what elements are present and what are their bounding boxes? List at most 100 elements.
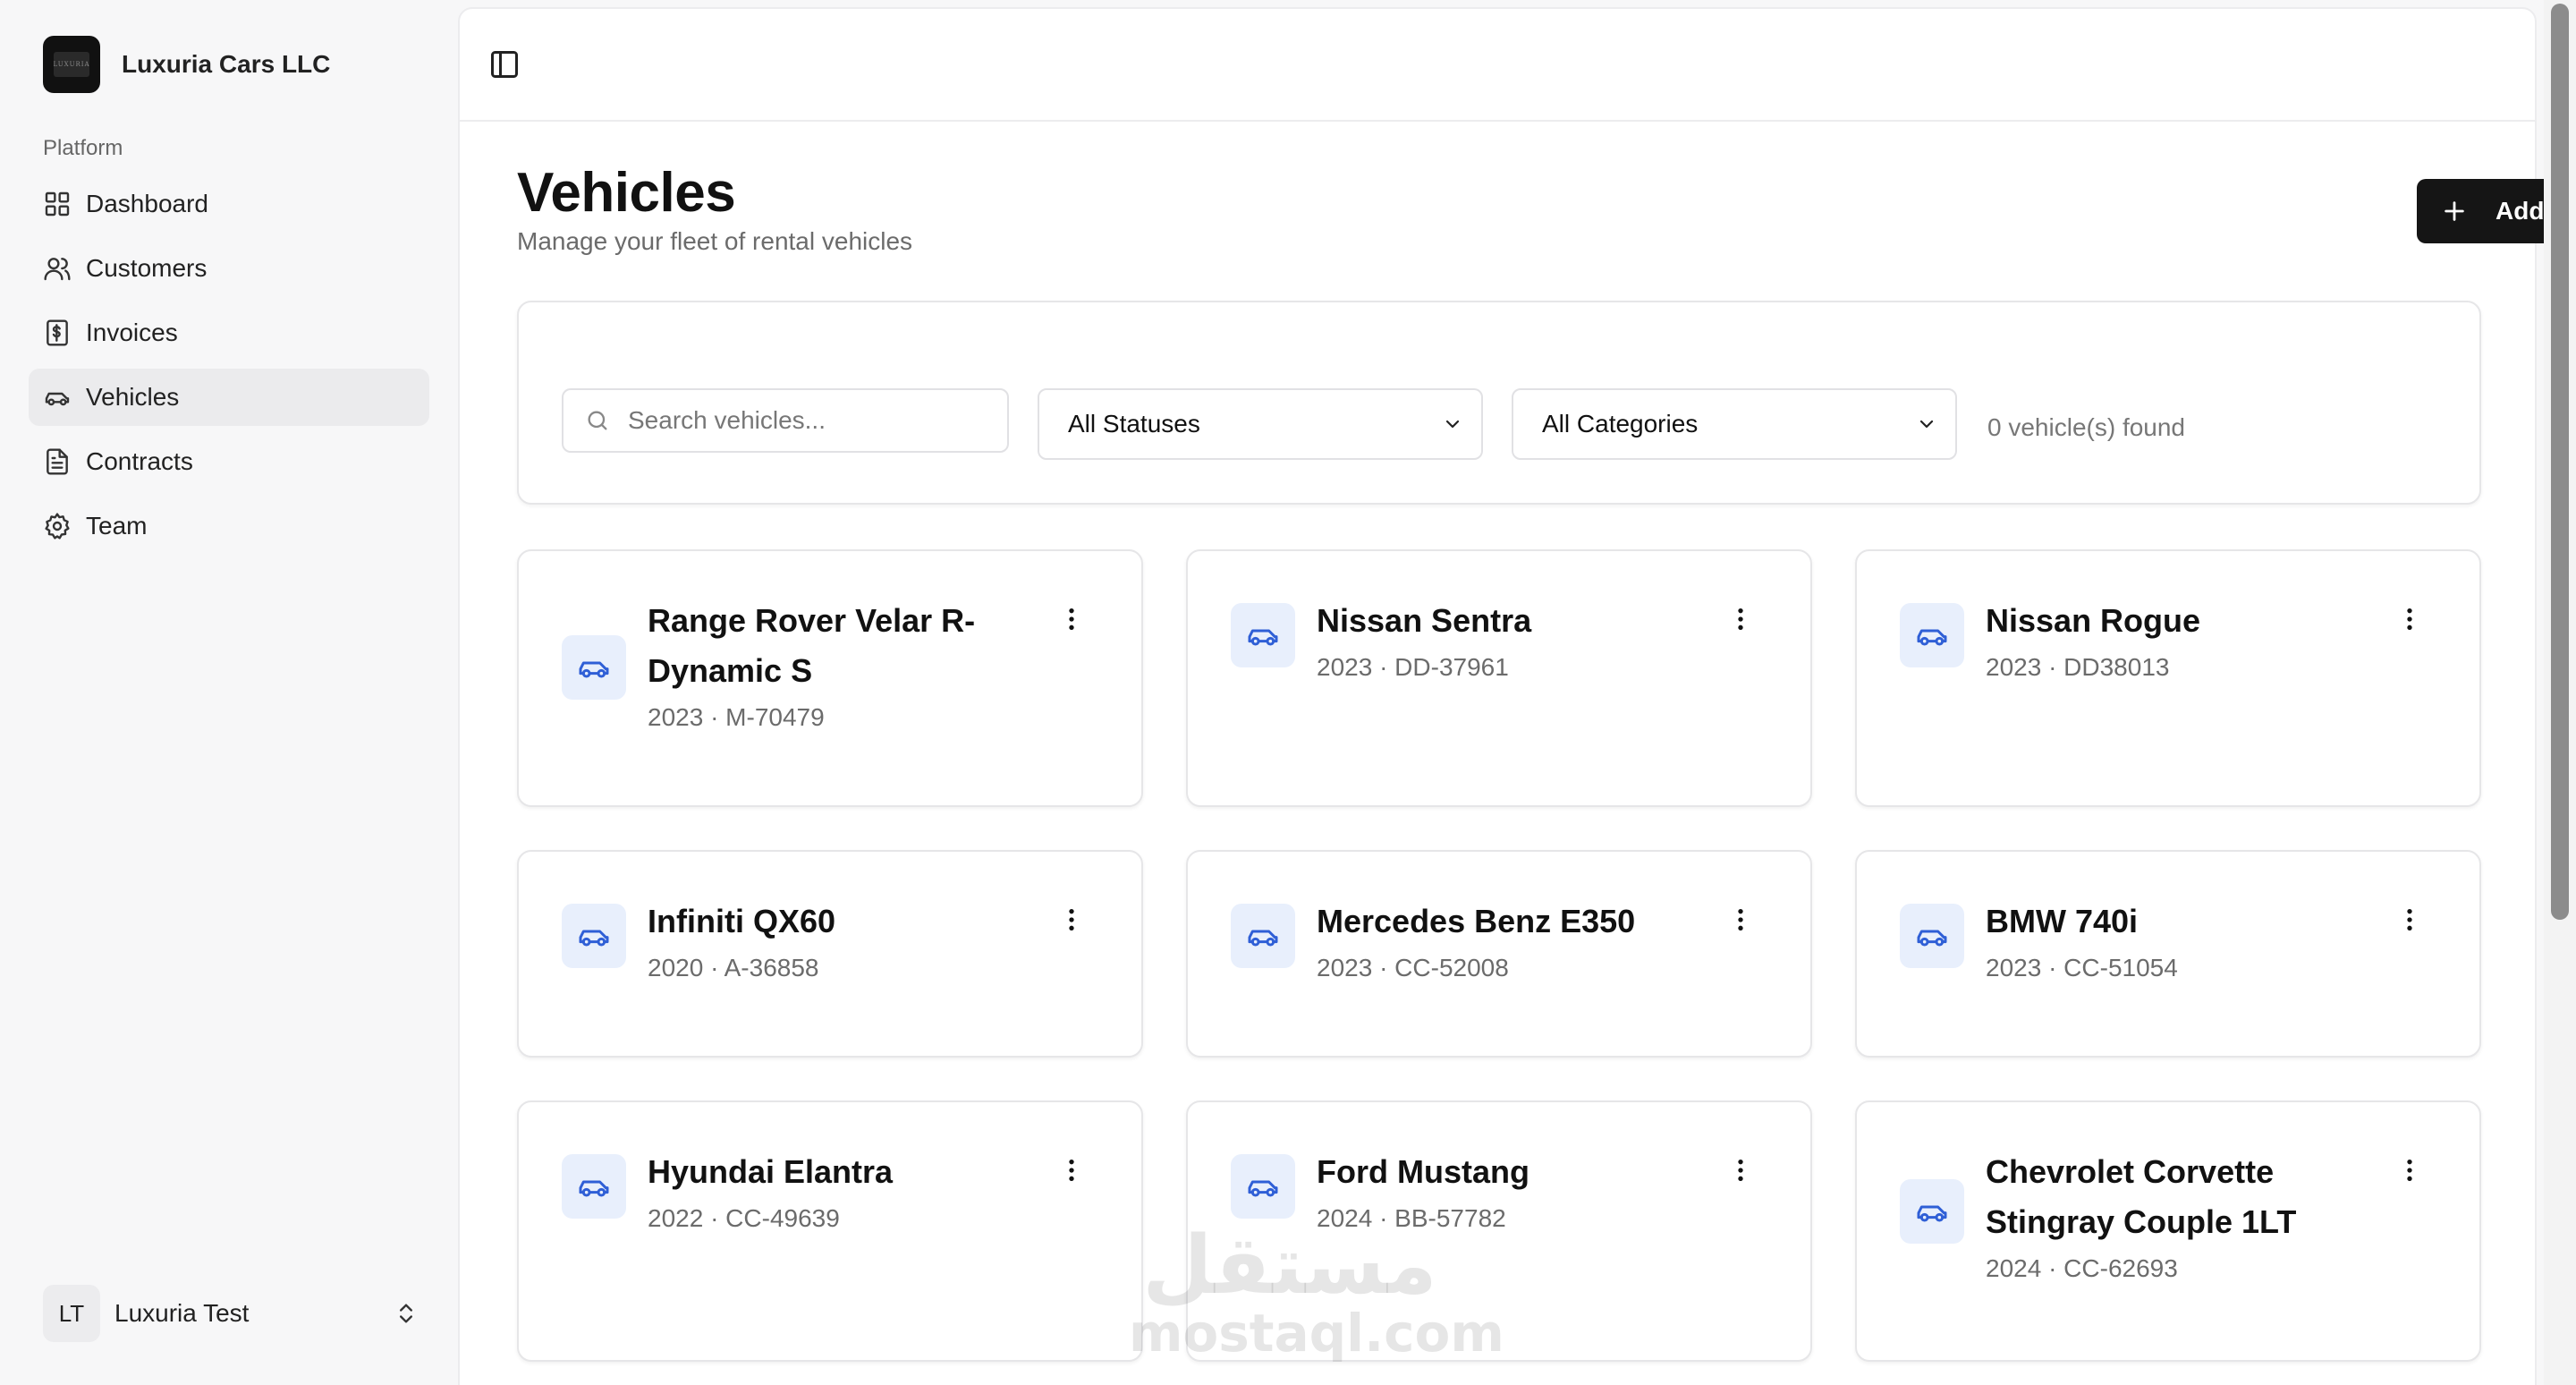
more-vertical-icon	[1738, 909, 1743, 930]
vehicle-icon-box	[562, 635, 626, 700]
vehicle-card[interactable]: Mercedes Benz E350 2023 · CC-52008	[1186, 850, 1812, 1058]
sidebar-item-team[interactable]: Team	[29, 497, 429, 555]
car-icon	[1248, 930, 1278, 947]
vehicle-menu-button[interactable]	[2394, 904, 2426, 936]
vehicle-meta: 2023 · M-70479	[648, 703, 825, 731]
vehicle-menu-button[interactable]	[1724, 1154, 1757, 1186]
users-icon	[44, 258, 71, 281]
vehicle-card[interactable]: Ford Mustang 2024 · BB-57782	[1186, 1100, 1812, 1362]
vehicle-menu-button[interactable]	[1724, 603, 1757, 635]
more-vertical-icon	[1738, 1160, 1743, 1181]
car-icon	[1248, 1180, 1278, 1197]
vehicle-menu-button[interactable]	[1724, 904, 1757, 936]
car-icon	[1917, 629, 1947, 646]
car-icon	[579, 661, 609, 678]
sidebar-item-label: Team	[86, 512, 148, 540]
sidebar-item-contracts[interactable]: Contracts	[29, 433, 429, 490]
brand-logo: LUXURIA	[43, 36, 100, 93]
scrollbar[interactable]	[2544, 0, 2576, 1385]
category-select[interactable]: All Categories	[1512, 388, 1957, 460]
page-title: Vehicles	[517, 162, 736, 224]
sidebar-item-label: Contracts	[86, 447, 193, 475]
search-input[interactable]	[628, 406, 1004, 435]
app: LUXURIA Luxuria Cars LLC Platform Dashbo…	[0, 0, 2576, 1385]
chevron-down-icon	[1445, 420, 1460, 429]
brand-name: Luxuria Cars LLC	[122, 50, 331, 78]
more-vertical-icon	[1069, 608, 1074, 630]
page-subtitle: Manage your fleet of rental vehicles	[517, 227, 913, 255]
sidebar-item-label: Vehicles	[86, 383, 180, 411]
vehicle-meta: 2022 · CC-49639	[648, 1204, 840, 1232]
sidebar-item-dashboard[interactable]: Dashboard	[29, 175, 429, 233]
sidebar-nav: Dashboard Customers Invoices Vehicles Co…	[29, 175, 429, 562]
vehicle-icon-box	[1231, 603, 1295, 667]
vehicle-name: Mercedes Benz E350	[1317, 903, 1636, 939]
vehicle-meta: 2023 · CC-51054	[1986, 954, 2178, 981]
vehicle-name: Infiniti QX60	[648, 903, 836, 939]
car-icon	[1248, 629, 1278, 646]
user-menu[interactable]: LT Luxuria Test	[43, 1285, 419, 1342]
brand-logo-text: LUXURIA	[53, 52, 89, 77]
vehicle-meta: 2020 · A-36858	[648, 954, 819, 981]
car-icon	[579, 930, 609, 947]
vehicle-card[interactable]: Hyundai Elantra 2022 · CC-49639	[517, 1100, 1143, 1362]
vehicle-menu-button[interactable]	[2394, 1154, 2426, 1186]
vehicle-meta: 2023 · DD-37961	[1317, 653, 1509, 681]
gear-icon	[45, 513, 70, 540]
dashboard-icon	[45, 191, 70, 217]
sidebar-section-label: Platform	[43, 136, 123, 160]
vehicle-card[interactable]: Nissan Sentra 2023 · DD-37961	[1186, 549, 1812, 807]
chevrons-up-down-icon	[400, 1304, 412, 1323]
vehicle-card[interactable]: Range Rover Velar R-Dynamic S 2023 · M-7…	[517, 549, 1143, 807]
vehicle-menu-button[interactable]	[1055, 603, 1088, 635]
vehicle-name: Hyundai Elantra	[648, 1153, 894, 1190]
vehicle-menu-button[interactable]	[1055, 904, 1088, 936]
invoice-icon	[47, 319, 68, 346]
vehicle-icon-box	[1231, 1154, 1295, 1219]
vehicle-meta: 2024 · CC-62693	[1986, 1254, 2178, 1282]
vehicle-icon-box	[562, 904, 626, 968]
more-vertical-icon	[2407, 1160, 2412, 1181]
sidebar-toggle-icon[interactable]	[488, 48, 521, 81]
status-select-value: All Statuses	[1068, 410, 1200, 438]
vehicle-name: Ford Mustang	[1317, 1153, 1530, 1190]
vehicle-menu-button[interactable]	[1055, 1154, 1088, 1186]
vehicle-card[interactable]: Nissan Rogue 2023 · DD38013	[1855, 549, 2481, 807]
vehicle-name: Nissan Sentra	[1317, 602, 1532, 639]
car-icon	[45, 392, 70, 406]
sidebar-item-invoices[interactable]: Invoices	[29, 304, 429, 361]
status-select[interactable]: All Statuses	[1038, 388, 1483, 460]
brand[interactable]: LUXURIA Luxuria Cars LLC	[43, 36, 330, 93]
vehicle-icon-box	[1231, 904, 1295, 968]
vehicle-menu-button[interactable]	[2394, 603, 2426, 635]
vehicle-card[interactable]: BMW 740i 2023 · CC-51054	[1855, 850, 2481, 1058]
main-panel: Vehicles Manage your fleet of rental veh…	[458, 7, 2576, 1385]
car-icon	[1917, 1205, 1947, 1222]
vehicle-meta: 2024 · BB-57782	[1317, 1204, 1506, 1232]
vehicle-meta: 2023 · CC-52008	[1317, 954, 1509, 981]
vehicle-card[interactable]: Infiniti QX60 2020 · A-36858	[517, 850, 1143, 1058]
category-select-value: All Categories	[1542, 410, 1699, 438]
vehicle-icon-box	[1900, 1179, 1964, 1244]
filter-bar: All Statuses All Categories 0 vehicle(s)…	[517, 301, 2481, 505]
vehicle-meta: 2023 · DD38013	[1986, 653, 2170, 681]
file-icon	[47, 448, 68, 475]
sidebar-item-customers[interactable]: Customers	[29, 240, 429, 297]
vehicle-icon-box	[1900, 603, 1964, 667]
sidebar-item-vehicles[interactable]: Vehicles	[29, 369, 429, 426]
more-vertical-icon	[1069, 909, 1074, 930]
car-icon	[579, 1180, 609, 1197]
scrollbar-thumb[interactable]	[2551, 4, 2569, 920]
vehicle-icon-box	[562, 1154, 626, 1219]
user-name: Luxuria Test	[114, 1299, 250, 1327]
search-icon	[588, 411, 607, 430]
sidebar-item-label: Dashboard	[86, 190, 208, 217]
topbar	[460, 9, 2535, 122]
vehicle-name: Range Rover Velar R-Dynamic S	[648, 602, 976, 689]
vehicle-card[interactable]: Chevrolet Corvette Stingray Couple 1LT 2…	[1855, 1100, 2481, 1362]
avatar: LT	[43, 1285, 100, 1342]
plus-icon	[2445, 201, 2464, 221]
more-vertical-icon	[1738, 608, 1743, 630]
results-count: 0 vehicle(s) found	[1987, 413, 2186, 441]
search-box[interactable]	[562, 388, 1009, 453]
